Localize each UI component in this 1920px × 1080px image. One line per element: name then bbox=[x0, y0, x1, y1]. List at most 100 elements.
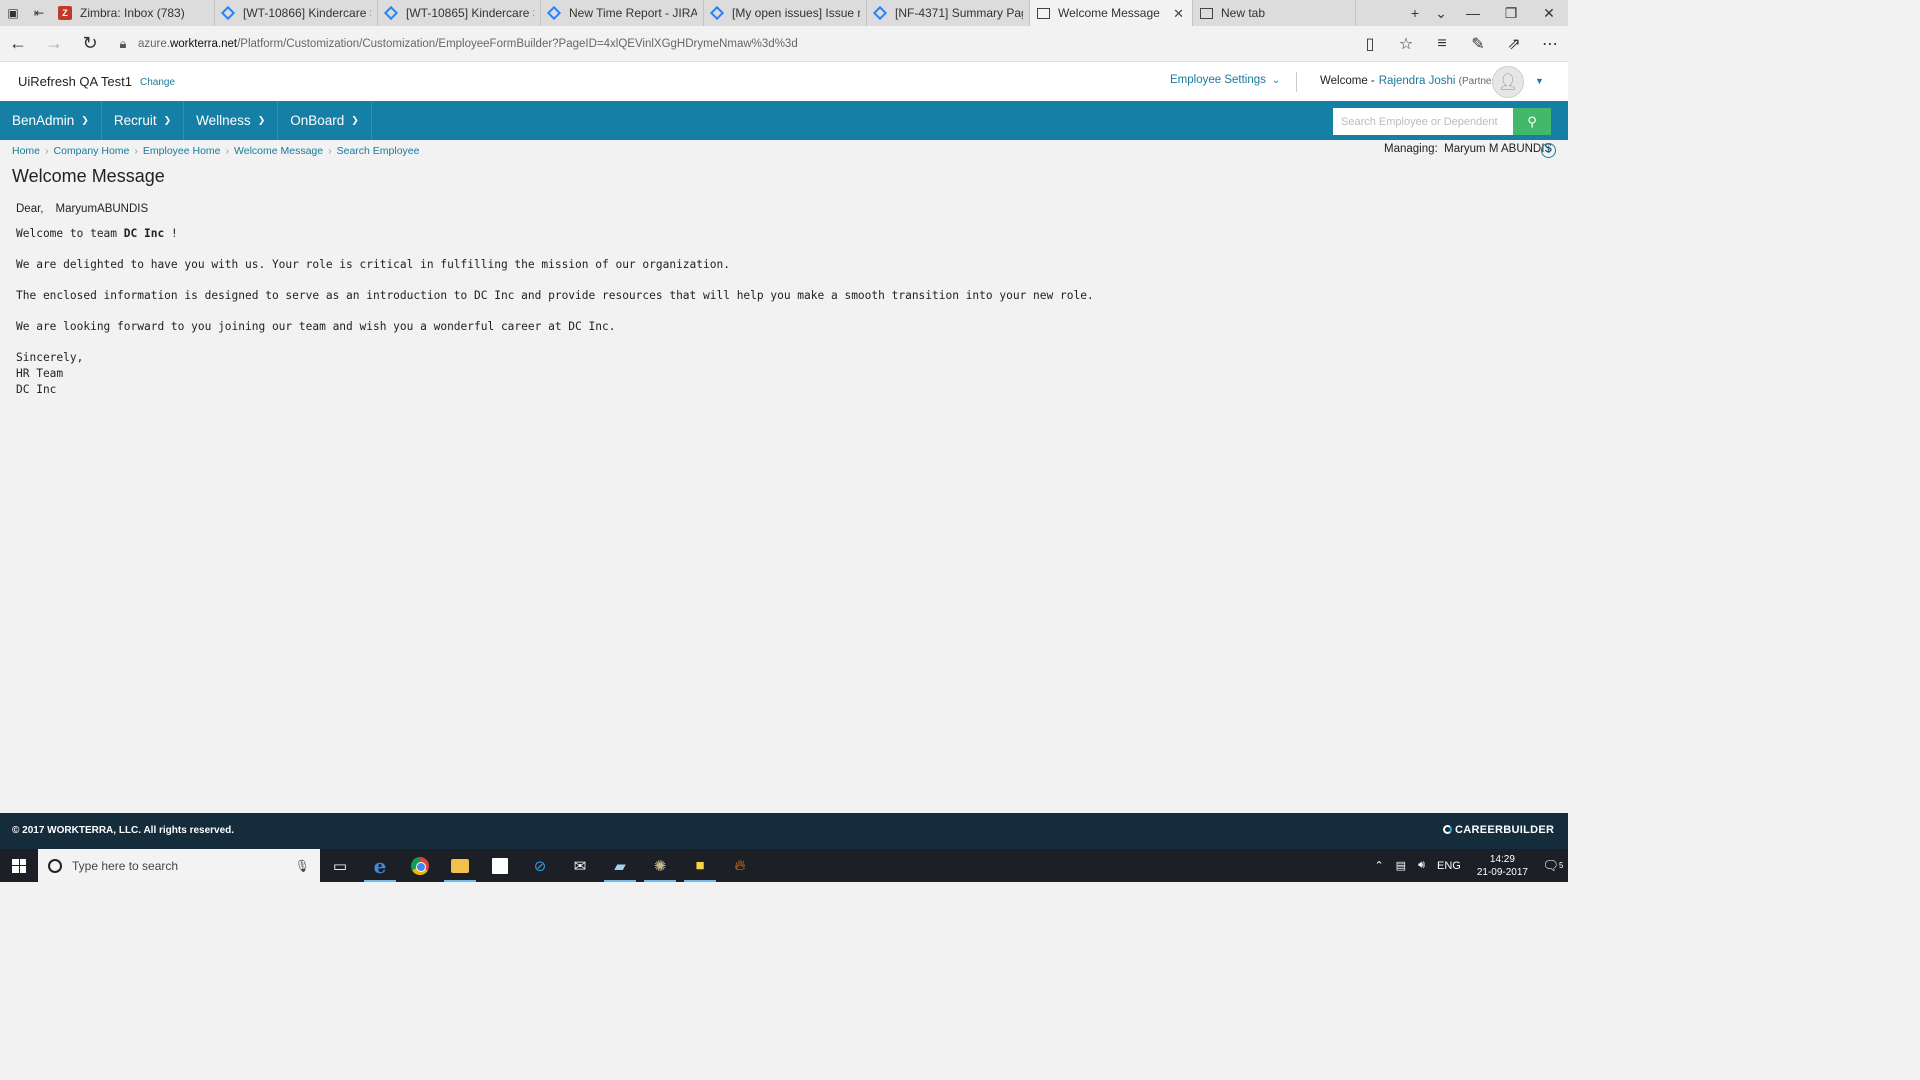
breadcrumb-employee-home[interactable]: Employee Home bbox=[143, 145, 221, 157]
sticky-notes-taskbar-icon[interactable]: ■ bbox=[680, 849, 720, 882]
lock-icon[interactable]: 🔒︎ bbox=[108, 36, 138, 52]
letter-signature: HR Team bbox=[16, 367, 64, 380]
breadcrumb-home[interactable]: Home bbox=[12, 145, 40, 157]
breadcrumb: Home › Company Home › Employee Home › Welco… bbox=[12, 145, 420, 157]
browser-tab-new-tab[interactable]: New tab bbox=[1193, 0, 1356, 26]
back-icon[interactable]: ← bbox=[0, 33, 36, 54]
nav-item-recruit[interactable]: Recruit ❯ bbox=[102, 101, 185, 140]
nav-label: Wellness bbox=[196, 113, 251, 128]
chevron-down-icon: ❯ bbox=[163, 115, 172, 125]
employee-search-input[interactable] bbox=[1333, 108, 1513, 135]
clock[interactable]: 14:29 21-09-2017 bbox=[1477, 853, 1528, 879]
edge-taskbar-icon[interactable]: e bbox=[360, 849, 400, 882]
breadcrumb-separator: › bbox=[134, 145, 138, 157]
tab-preview-chevron-icon[interactable]: ⌄ bbox=[1428, 5, 1454, 22]
mail-taskbar-icon[interactable]: ✉ bbox=[560, 849, 600, 882]
nav-item-wellness[interactable]: Wellness ❯ bbox=[184, 101, 279, 140]
letter-paragraph: We are delighted to have you with us. Yo… bbox=[16, 258, 730, 271]
search-button[interactable]: ⚲ bbox=[1513, 108, 1551, 135]
reading-view-icon[interactable]: ▯ bbox=[1352, 34, 1388, 54]
clock-date: 21-09-2017 bbox=[1476, 866, 1528, 878]
new-tab-icon[interactable]: + bbox=[1402, 5, 1428, 21]
microphone-icon[interactable]: 🎙︎ bbox=[295, 859, 310, 873]
refresh-icon[interactable]: ↻ bbox=[72, 33, 108, 54]
app-header: UiRefresh QA Test1 Change Employee Setti… bbox=[0, 62, 1568, 101]
breadcrumb-separator: › bbox=[225, 145, 230, 157]
hub-icon[interactable]: ≡ bbox=[1424, 35, 1460, 53]
jira-icon bbox=[383, 5, 399, 21]
tab-label: [My open issues] Issue navig bbox=[732, 6, 860, 20]
employee-settings-menu[interactable]: Employee Settings ⌄ bbox=[1170, 74, 1280, 86]
tab-label: Welcome Message bbox=[1058, 6, 1160, 20]
firefox-taskbar-icon[interactable]: 🔥︎ bbox=[720, 849, 760, 882]
welcome-prefix: Welcome to team bbox=[16, 227, 118, 240]
store-taskbar-icon[interactable] bbox=[480, 849, 520, 882]
jira-icon bbox=[220, 5, 236, 21]
close-window-icon[interactable]: ✕ bbox=[1530, 5, 1568, 22]
breadcrumb-search-employee[interactable]: Search Employee bbox=[337, 145, 420, 157]
tab-label: New Time Report - JIRA bbox=[569, 6, 697, 20]
recipient-name: MaryumABUNDIS bbox=[55, 203, 149, 215]
browser-tab-nf-4371[interactable]: [NF-4371] Summary Page>: bbox=[867, 0, 1030, 26]
file-explorer-taskbar-icon[interactable] bbox=[440, 849, 480, 882]
url-field[interactable]: azure.workterra.net/Platform/Customizati… bbox=[138, 38, 1352, 50]
chevron-down-icon: ❯ bbox=[351, 115, 359, 125]
restore-icon[interactable]: ❐ bbox=[1492, 5, 1530, 22]
minimize-icon[interactable]: — bbox=[1454, 5, 1492, 21]
info-icon[interactable]: i bbox=[1541, 143, 1556, 158]
share-icon[interactable]: ⇗ bbox=[1496, 34, 1532, 54]
nav-item-benadmin[interactable]: BenAdmin ❯ bbox=[0, 101, 102, 140]
tab-label: [WT-10865] Kindercare Sum bbox=[406, 6, 534, 20]
jira-icon bbox=[872, 5, 888, 21]
change-company-link[interactable]: Change bbox=[140, 77, 175, 88]
tab-manager-icon[interactable]: ▣ bbox=[0, 0, 26, 26]
favorite-star-icon[interactable]: ☆ bbox=[1388, 34, 1424, 54]
browser-tab-strip: ▣ ⇤ Z Zimbra: Inbox (783) [WT-10866] Kin… bbox=[0, 0, 1568, 26]
letter-welcome-line: Welcome to team DC Inc ! bbox=[16, 227, 178, 240]
nav-item-onboard[interactable]: OnBoard ❯ bbox=[278, 101, 372, 140]
user-name-link[interactable]: Rajendra Joshi bbox=[1379, 75, 1456, 87]
action-center-icon[interactable]: 🗨︎ 5 bbox=[1538, 849, 1568, 882]
avatar[interactable]: 👤︎ bbox=[1492, 66, 1524, 98]
show-hidden-icons-icon[interactable]: ⌃ bbox=[1374, 859, 1383, 872]
chevron-down-icon: ⌄ bbox=[1271, 75, 1281, 86]
more-icon[interactable]: ⋯ bbox=[1532, 34, 1568, 54]
notepad-taskbar-icon[interactable]: ▰ bbox=[600, 849, 640, 882]
browser-tab-welcome-message[interactable]: Welcome Message ✕ bbox=[1030, 0, 1193, 26]
breadcrumb-separator: › bbox=[328, 145, 332, 157]
nav-label: Recruit bbox=[113, 113, 157, 128]
browser-tab-wt-10865[interactable]: [WT-10865] Kindercare Sum bbox=[378, 0, 541, 26]
newtab-icon bbox=[1199, 6, 1213, 20]
taskbar-search[interactable]: Type here to search 🎙︎ bbox=[38, 849, 320, 882]
main-nav: BenAdmin ❯ Recruit ❯ Wellness ❯ OnBoard ❯ ⚲ bbox=[0, 101, 1568, 140]
nav-label: OnBoard bbox=[290, 113, 345, 128]
start-button[interactable] bbox=[0, 849, 38, 882]
task-view-icon[interactable]: ▭ bbox=[320, 849, 360, 882]
network-icon[interactable]: ▤ bbox=[1396, 859, 1406, 872]
cortana-icon bbox=[48, 858, 62, 873]
jira-icon bbox=[546, 5, 562, 21]
salutation: Dear, bbox=[16, 203, 44, 215]
letter-salutation: Dear, MaryumABUNDIS bbox=[16, 203, 148, 215]
page-footer: © 2017 WORKTERRA, LLC. All rights reserv… bbox=[0, 813, 1568, 849]
browser-tab-wt-10866[interactable]: [WT-10866] Kindercare Sum bbox=[215, 0, 378, 26]
tab-label: [NF-4371] Summary Page>: bbox=[895, 6, 1023, 20]
breadcrumb-welcome-message[interactable]: Welcome Message bbox=[234, 145, 323, 157]
volume-icon[interactable]: 🔊︎ bbox=[1418, 859, 1425, 872]
web-note-icon[interactable]: ✎ bbox=[1460, 34, 1496, 54]
paint-taskbar-icon[interactable]: ✺ bbox=[640, 849, 680, 882]
clock-time: 14:29 bbox=[1489, 853, 1515, 865]
browser-tab-open-issues[interactable]: [My open issues] Issue navig bbox=[704, 0, 867, 26]
set-tabs-aside-icon[interactable]: ⇤ bbox=[26, 0, 52, 26]
forward-icon[interactable]: → bbox=[36, 33, 72, 54]
safari-taskbar-icon[interactable]: ⊘ bbox=[520, 849, 560, 882]
close-tab-icon[interactable]: ✕ bbox=[1173, 6, 1184, 22]
browser-tab-zimbra[interactable]: Z Zimbra: Inbox (783) bbox=[52, 0, 215, 26]
user-menu-caret-icon[interactable]: ▼ bbox=[1535, 76, 1544, 86]
chrome-taskbar-icon[interactable] bbox=[400, 849, 440, 882]
system-tray: ⌃ ▤ 🔊︎ ENG 14:29 21-09-2017 🗨︎ 5 bbox=[1368, 849, 1568, 882]
language-indicator[interactable]: ENG bbox=[1437, 860, 1461, 872]
brand-name: CAREERBUILDER bbox=[1455, 824, 1555, 836]
breadcrumb-company-home[interactable]: Company Home bbox=[54, 145, 130, 157]
browser-tab-time-report[interactable]: New Time Report - JIRA bbox=[541, 0, 704, 26]
